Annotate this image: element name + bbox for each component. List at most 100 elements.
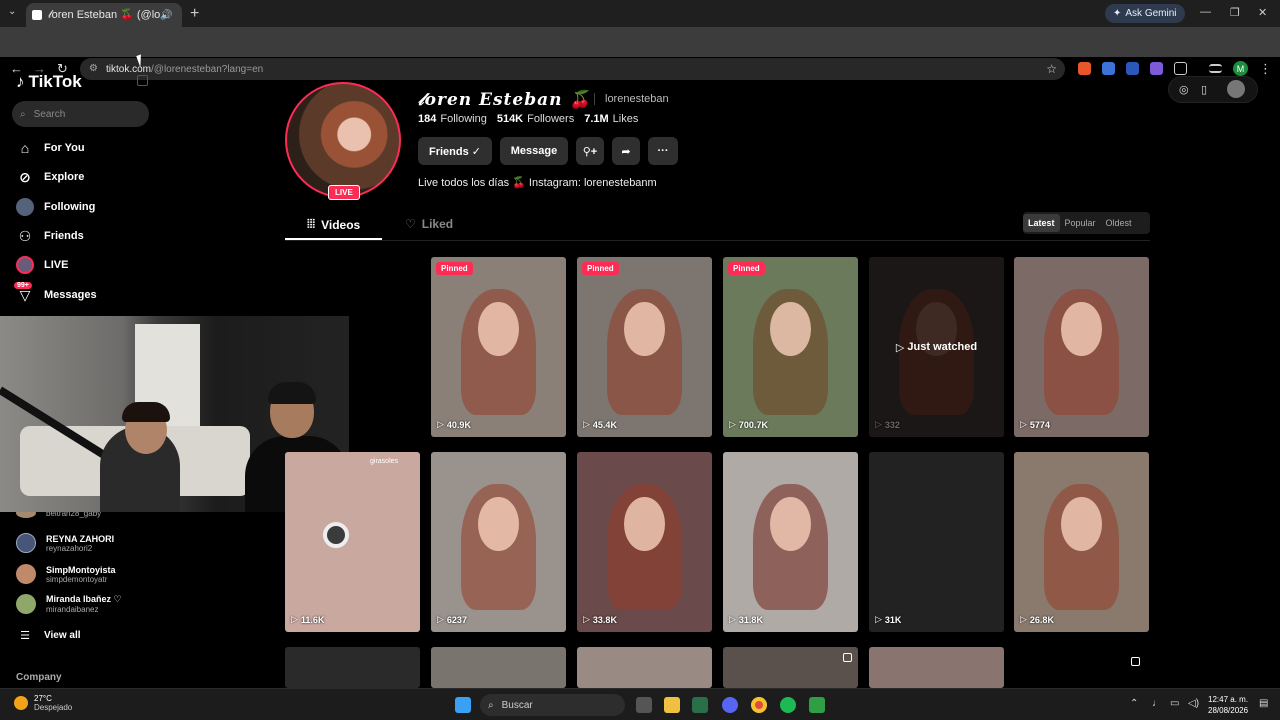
extension-icon-3[interactable] bbox=[1126, 62, 1139, 75]
chrome-profile-avatar[interactable]: M bbox=[1233, 61, 1248, 76]
chrome-menu-icon[interactable]: ⋮ bbox=[1259, 61, 1272, 77]
sort-latest[interactable]: Latest bbox=[1023, 214, 1060, 232]
view-count: ▷ 33.8K bbox=[583, 614, 617, 625]
profile-avatar[interactable] bbox=[285, 82, 401, 198]
following-stat[interactable]: 184 Following bbox=[418, 113, 487, 125]
company-link[interactable]: Company bbox=[16, 672, 62, 683]
views: 31.8K bbox=[738, 614, 763, 625]
account-username: reynazahori2 bbox=[46, 543, 93, 553]
discord-icon[interactable] bbox=[722, 697, 738, 713]
nav-friends[interactable]: ⚇ Friends bbox=[16, 225, 84, 247]
video-card[interactable]: ▷ 31.8K bbox=[723, 452, 858, 632]
microphone-icon[interactable]: ♩ bbox=[1152, 698, 1162, 709]
logo-text: TikTok bbox=[28, 72, 82, 91]
live-icon bbox=[16, 256, 34, 274]
video-card[interactable] bbox=[723, 647, 858, 688]
video-card[interactable]: ▷ 5774 bbox=[1014, 257, 1149, 437]
tab-videos[interactable]: ⦙⦙⦙ Videos bbox=[307, 217, 360, 232]
nav-explore[interactable]: ⊘ Explore bbox=[16, 166, 84, 188]
video-card[interactable]: Pinned ▷ 700.7K bbox=[723, 257, 858, 437]
minimize-icon[interactable]: — bbox=[1200, 6, 1211, 18]
nav-following[interactable]: Following bbox=[16, 196, 95, 218]
friends-icon: ⚇ bbox=[18, 227, 32, 244]
file-explorer-icon[interactable] bbox=[664, 697, 680, 713]
following-account[interactable]: REYNA ZAHORI reynazahori2 bbox=[16, 533, 114, 553]
friends-button[interactable]: Friends ✓ bbox=[418, 137, 492, 165]
tiktok-note-icon: ♪ bbox=[16, 72, 25, 91]
weather-widget[interactable]: 27°C Despejado bbox=[14, 694, 72, 712]
clock-date: 28/08/2026 bbox=[1208, 706, 1249, 715]
tab-search-icon[interactable]: ⌄ bbox=[8, 6, 16, 17]
thumb-shape bbox=[1061, 497, 1102, 551]
video-card[interactable] bbox=[431, 647, 566, 688]
speaker-icon[interactable]: 🔊 bbox=[160, 10, 172, 21]
bookmark-star-icon[interactable]: ☆ bbox=[1046, 62, 1057, 76]
extension-icon-1[interactable] bbox=[1078, 62, 1091, 75]
excel-icon[interactable] bbox=[692, 697, 708, 713]
search-icon: ⌕ bbox=[20, 108, 26, 120]
nav-messages[interactable]: ▽ 99+ Messages bbox=[14, 282, 97, 306]
nav-for-you[interactable]: ⌂ For You bbox=[16, 137, 85, 159]
avatar bbox=[16, 594, 36, 614]
add-friend-button[interactable]: ⚲+ bbox=[576, 137, 604, 165]
video-card[interactable]: ▷ 26.8K bbox=[1014, 452, 1149, 632]
taskbar-search[interactable]: ⌕ Buscar bbox=[480, 694, 625, 716]
nav-live[interactable]: LIVE bbox=[16, 254, 68, 276]
user-avatar-icon[interactable] bbox=[1227, 80, 1245, 98]
browser-tab-strip: ⌄ 𝓁oren Esteban 🍒 (@lo 🔊 ✕ + ✦ Ask Gemin… bbox=[0, 0, 1280, 27]
network-icon[interactable]: ▭ bbox=[1170, 698, 1179, 709]
new-tab-icon[interactable]: + bbox=[190, 5, 199, 23]
video-card[interactable] bbox=[577, 647, 712, 688]
media-control-icon[interactable] bbox=[1209, 64, 1222, 73]
ask-gemini-button[interactable]: ✦ Ask Gemini bbox=[1105, 4, 1185, 23]
search-input[interactable]: ⌕ Search bbox=[12, 101, 149, 127]
video-card[interactable]: ▷ Just watched ▷ 332 bbox=[869, 257, 1004, 437]
browser-tab-active[interactable]: 𝓁oren Esteban 🍒 (@lo 🔊 ✕ bbox=[26, 3, 182, 27]
video-card[interactable] bbox=[285, 647, 420, 688]
volume-icon[interactable]: ◁) bbox=[1188, 698, 1199, 709]
message-button[interactable]: Message bbox=[500, 137, 568, 165]
app-icon[interactable] bbox=[809, 697, 825, 713]
pinned-badge: Pinned bbox=[436, 262, 473, 275]
play-icon: ▷ bbox=[875, 419, 882, 429]
close-window-icon[interactable]: ✕ bbox=[1258, 6, 1267, 19]
tiktok-logo[interactable]: ♪ TikTok bbox=[16, 72, 82, 92]
thumb-shape bbox=[478, 302, 519, 356]
compass-icon[interactable]: ◎ bbox=[1179, 83, 1189, 96]
following-account[interactable]: SimpMontoyista simpdemontoyatr bbox=[16, 564, 116, 584]
clock[interactable]: 12:47 a. m. 28/08/2026 bbox=[1208, 694, 1248, 716]
mobile-icon[interactable]: ▯ bbox=[1201, 83, 1207, 96]
sort-oldest[interactable]: Oldest bbox=[1101, 214, 1137, 232]
following-account[interactable]: Miranda Ibañez ♡ mirandaibanez bbox=[16, 594, 122, 614]
video-card[interactable]: ▷ 6237 bbox=[431, 452, 566, 632]
video-card[interactable] bbox=[869, 647, 1004, 688]
video-card[interactable]: girasoles ▷ 11.6K bbox=[285, 452, 420, 632]
spotify-icon[interactable] bbox=[780, 697, 796, 713]
video-card[interactable]: ▷ 33.8K bbox=[577, 452, 712, 632]
notifications-icon[interactable]: ▤ bbox=[1259, 698, 1268, 709]
collapse-sidebar-icon[interactable] bbox=[137, 75, 148, 86]
sort-toggle: Latest Popular Oldest bbox=[1023, 212, 1150, 234]
chrome-icon[interactable] bbox=[751, 697, 767, 713]
restore-icon[interactable]: ❐ bbox=[1230, 6, 1240, 19]
carousel-icon bbox=[843, 653, 852, 662]
video-card[interactable]: ▷ 31K bbox=[869, 452, 1004, 632]
view-all-link[interactable]: ☰ View all bbox=[16, 624, 80, 646]
address-bar[interactable]: ⚙ tiktok.com/@lorenesteban?lang=en ☆ bbox=[80, 58, 1065, 80]
tab-liked[interactable]: ♡ Liked bbox=[405, 217, 453, 231]
play-icon: ▷ bbox=[895, 341, 908, 354]
extension-icon-4[interactable] bbox=[1150, 62, 1163, 75]
tab-close-icon[interactable]: ✕ bbox=[181, 9, 182, 22]
video-card[interactable]: Pinned ▷ 45.4K bbox=[577, 257, 712, 437]
more-options-button[interactable]: ··· bbox=[648, 137, 678, 165]
extensions-puzzle-icon[interactable] bbox=[1174, 62, 1187, 75]
extension-icon-2[interactable] bbox=[1102, 62, 1115, 75]
share-button[interactable]: ➦ bbox=[612, 137, 640, 165]
tray-chevron-icon[interactable]: ⌃ bbox=[1130, 698, 1138, 709]
task-view-icon[interactable] bbox=[636, 697, 652, 713]
sort-popular[interactable]: Popular bbox=[1060, 214, 1101, 232]
live-badge[interactable]: LIVE bbox=[328, 185, 360, 200]
windows-start-icon[interactable] bbox=[455, 697, 471, 713]
video-card[interactable]: Pinned ▷ 40.9K bbox=[431, 257, 566, 437]
followers-stat[interactable]: 514K Followers bbox=[497, 113, 574, 125]
